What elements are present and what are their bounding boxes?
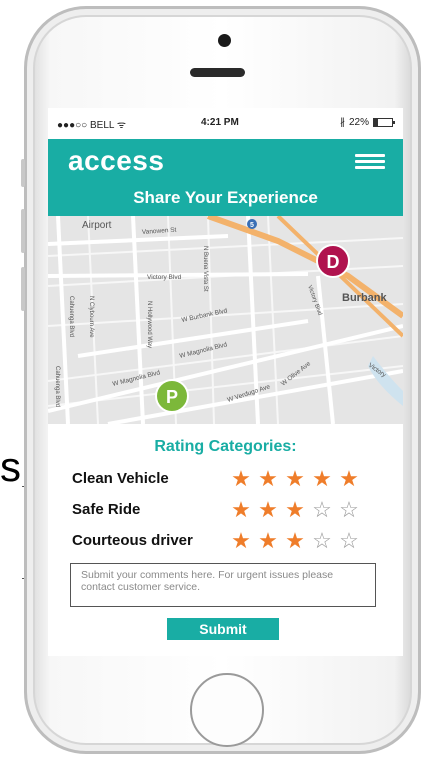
mute-switch [21,159,25,187]
bluetooth-icon: ∦ [339,117,345,128]
rating-label: Clean Vehicle [72,470,169,487]
pickup-marker-label: P [166,387,178,407]
star-filled-icon[interactable]: ★ [283,530,307,552]
carrier-signal: ●●●○○ BELL ᯤ [57,120,126,131]
star-empty-icon[interactable]: ☆ [337,530,361,552]
star-filled-icon[interactable]: ★ [256,499,280,521]
rating-row-safe-ride: Safe Ride ★ ★ ★ ☆ ☆ [72,499,392,525]
page-title: Share Your Experience [133,188,318,207]
star-filled-icon[interactable]: ★ [283,499,307,521]
star-filled-icon[interactable]: ★ [256,468,280,490]
star-rating: ★ ★ ★ ☆ ☆ [229,530,361,552]
map-label-cahuenga-2: Cahuenga Blvd [54,366,60,407]
star-filled-icon[interactable]: ★ [256,530,280,552]
map-label-victory: Victory Blvd [147,274,182,281]
star-filled-icon[interactable]: ★ [229,468,253,490]
battery-percent: 22% [348,117,369,128]
star-rating: ★ ★ ★ ☆ ☆ [229,499,361,521]
rating-row-courteous-driver: Courteous driver ★ ★ ★ ☆ ☆ [72,530,392,556]
map-label-airport: Airport [82,220,112,231]
star-rating: ★ ★ ★ ★ ★ [229,468,361,490]
map-label-hollywood-way: N Hollywood Way [146,301,152,348]
map-label-highway: 5 [250,222,254,229]
status-time: 4:21 PM [201,117,239,128]
submit-button[interactable]: Submit [167,618,279,640]
star-filled-icon[interactable]: ★ [283,468,307,490]
front-camera [218,34,231,47]
map-view[interactable]: 5 Airport Vanowen St Victory Blvd Burban… [48,213,403,426]
dropoff-marker[interactable]: D [316,244,350,278]
hamburger-menu-icon[interactable] [355,154,385,169]
rating-categories-title: Rating Categories: [154,438,297,455]
dropoff-marker-label: D [327,252,340,272]
home-button[interactable] [190,673,264,747]
brand-logo: access [68,145,165,176]
phone-screen: ●●●○○ BELL ᯤ 4:21 PM ∦ 22% access Share … [48,108,403,656]
earpiece-speaker [190,68,245,77]
volume-up-button [21,209,25,253]
star-empty-icon[interactable]: ☆ [310,499,334,521]
app-header: access Share Your Experience [48,139,403,216]
star-empty-icon[interactable]: ☆ [310,530,334,552]
map-label-buena-vista: N Buena Vista St [202,246,208,292]
map-label-cahuenga: Cahuenga Blvd [68,296,74,337]
star-filled-icon[interactable]: ★ [310,468,334,490]
battery-icon [373,118,395,127]
rating-label: Safe Ride [72,501,141,518]
pickup-marker[interactable]: P [155,379,189,413]
map-canvas: 5 Airport Vanowen St Victory Blvd Burban… [48,213,403,426]
annotation-fragment: s [0,443,21,490]
star-empty-icon[interactable]: ☆ [337,499,361,521]
rating-label: Courteous driver [72,532,193,549]
star-filled-icon[interactable]: ★ [337,468,361,490]
status-bar: ●●●○○ BELL ᯤ 4:21 PM ∦ 22% [48,108,403,139]
map-label-burbank: Burbank [342,292,388,304]
volume-down-button [21,267,25,311]
status-right: ∦ 22% [339,117,395,128]
star-filled-icon[interactable]: ★ [229,530,253,552]
map-label-clybourn: N Clybourn Ave [88,296,94,338]
rating-row-clean-vehicle: Clean Vehicle ★ ★ ★ ★ ★ [72,468,392,494]
star-filled-icon[interactable]: ★ [229,499,253,521]
comments-field[interactable] [70,563,376,607]
